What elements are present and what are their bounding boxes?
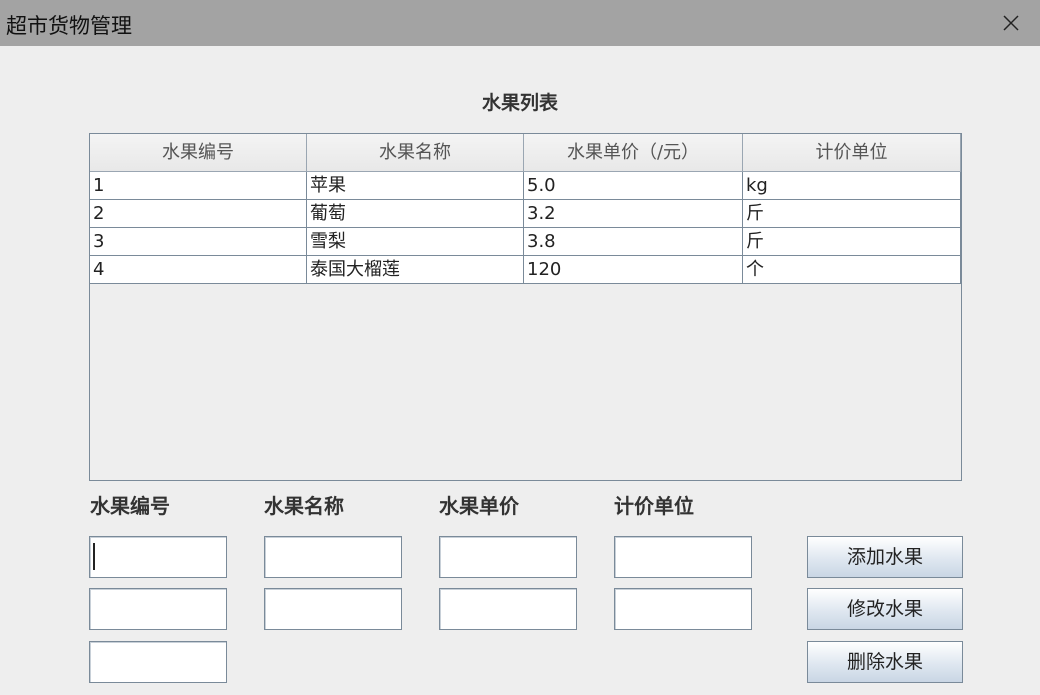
table-row[interactable]: 2 葡萄 3.2 斤 xyxy=(90,200,961,228)
name-input-update[interactable] xyxy=(264,588,402,630)
cell-id[interactable]: 3 xyxy=(90,228,307,256)
title-bar: 超市货物管理 xyxy=(0,0,1040,46)
cell-id[interactable]: 4 xyxy=(90,256,307,284)
id-input-update[interactable] xyxy=(89,588,227,630)
label-pricing-unit: 计价单位 xyxy=(614,494,694,518)
add-fruit-button[interactable]: 添加水果 xyxy=(807,536,963,578)
column-header-price[interactable]: 水果单价（/元） xyxy=(524,134,743,172)
cell-id[interactable]: 1 xyxy=(90,172,307,200)
table-header: 水果编号 水果名称 水果单价（/元） 计价单位 xyxy=(90,134,961,172)
table-heading: 水果列表 xyxy=(481,92,558,114)
cell-price[interactable]: 3.2 xyxy=(524,200,743,228)
price-input-add[interactable] xyxy=(439,536,577,578)
cell-price[interactable]: 120 xyxy=(524,256,743,284)
table-row[interactable]: 4 泰国大榴莲 120 个 xyxy=(90,256,961,284)
cell-unit[interactable]: 斤 xyxy=(743,228,961,256)
cell-name[interactable]: 葡萄 xyxy=(307,200,524,228)
cell-name[interactable]: 苹果 xyxy=(307,172,524,200)
column-header-unit[interactable]: 计价单位 xyxy=(743,134,961,172)
window-title: 超市货物管理 xyxy=(6,14,132,38)
label-fruit-id: 水果编号 xyxy=(90,494,170,518)
table-body: 1 苹果 5.0 kg 2 葡萄 3.2 斤 3 雪梨 3.8 斤 4 泰国大榴… xyxy=(90,172,961,284)
column-header-id[interactable]: 水果编号 xyxy=(90,134,307,172)
label-fruit-name: 水果名称 xyxy=(264,494,344,518)
cell-unit[interactable]: kg xyxy=(743,172,961,200)
cell-id[interactable]: 2 xyxy=(90,200,307,228)
cell-price[interactable]: 5.0 xyxy=(524,172,743,200)
cell-price[interactable]: 3.8 xyxy=(524,228,743,256)
delete-fruit-button[interactable]: 删除水果 xyxy=(807,641,963,683)
cell-name[interactable]: 泰国大榴莲 xyxy=(307,256,524,284)
name-input-add[interactable] xyxy=(264,536,402,578)
fruit-table: 水果编号 水果名称 水果单价（/元） 计价单位 1 苹果 5.0 kg 2 葡萄… xyxy=(89,133,962,481)
cell-name[interactable]: 雪梨 xyxy=(307,228,524,256)
update-fruit-button[interactable]: 修改水果 xyxy=(807,588,963,630)
table-row[interactable]: 3 雪梨 3.8 斤 xyxy=(90,228,961,256)
table-row[interactable]: 1 苹果 5.0 kg xyxy=(90,172,961,200)
unit-input-update[interactable] xyxy=(614,588,752,630)
cell-unit[interactable]: 个 xyxy=(743,256,961,284)
close-icon[interactable] xyxy=(996,8,1026,38)
id-input-delete[interactable] xyxy=(89,641,227,683)
price-input-update[interactable] xyxy=(439,588,577,630)
unit-input-add[interactable] xyxy=(614,536,752,578)
label-fruit-price: 水果单价 xyxy=(439,494,519,518)
cell-unit[interactable]: 斤 xyxy=(743,200,961,228)
column-header-name[interactable]: 水果名称 xyxy=(307,134,524,172)
id-input-add[interactable] xyxy=(89,536,227,578)
text-caret xyxy=(93,543,95,570)
